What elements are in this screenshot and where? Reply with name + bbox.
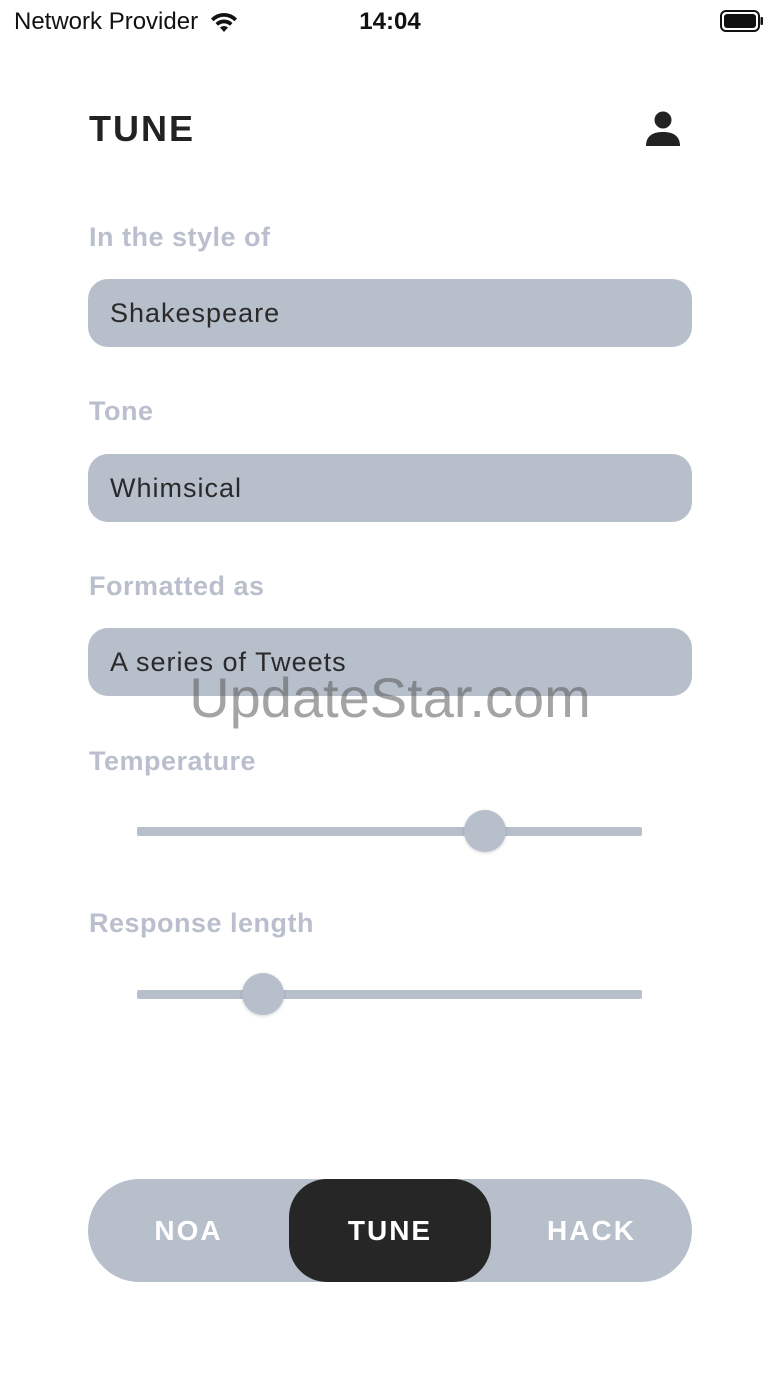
format-input[interactable]: A series of Tweets bbox=[88, 628, 692, 696]
tab-tune[interactable]: TUNE bbox=[289, 1179, 491, 1282]
style-label: In the style of bbox=[89, 222, 271, 252]
temperature-slider[interactable] bbox=[137, 809, 642, 853]
status-bar: Network Provider 14:04 bbox=[0, 0, 780, 44]
temperature-slider-thumb[interactable] bbox=[464, 810, 507, 852]
status-time: 14:04 bbox=[359, 8, 421, 35]
tone-input[interactable]: Whimsical bbox=[88, 454, 692, 522]
tone-label: Tone bbox=[89, 396, 154, 426]
page-title: TUNE bbox=[89, 108, 195, 149]
response-length-label: Response length bbox=[89, 908, 315, 938]
tab-noa[interactable]: NOA bbox=[88, 1179, 289, 1282]
person-icon[interactable] bbox=[644, 110, 682, 148]
bottom-tab-bar: NOA TUNE HACK bbox=[88, 1179, 692, 1282]
tab-hack[interactable]: HACK bbox=[491, 1179, 692, 1282]
response-length-slider-track[interactable] bbox=[137, 990, 642, 999]
response-length-slider[interactable] bbox=[137, 972, 642, 1016]
temperature-label: Temperature bbox=[89, 746, 257, 776]
style-input[interactable]: Shakespeare bbox=[88, 279, 692, 347]
format-label: Formatted as bbox=[89, 571, 265, 601]
response-length-slider-thumb[interactable] bbox=[242, 973, 285, 1015]
battery-icon bbox=[720, 10, 763, 32]
temperature-slider-track[interactable] bbox=[137, 827, 642, 836]
